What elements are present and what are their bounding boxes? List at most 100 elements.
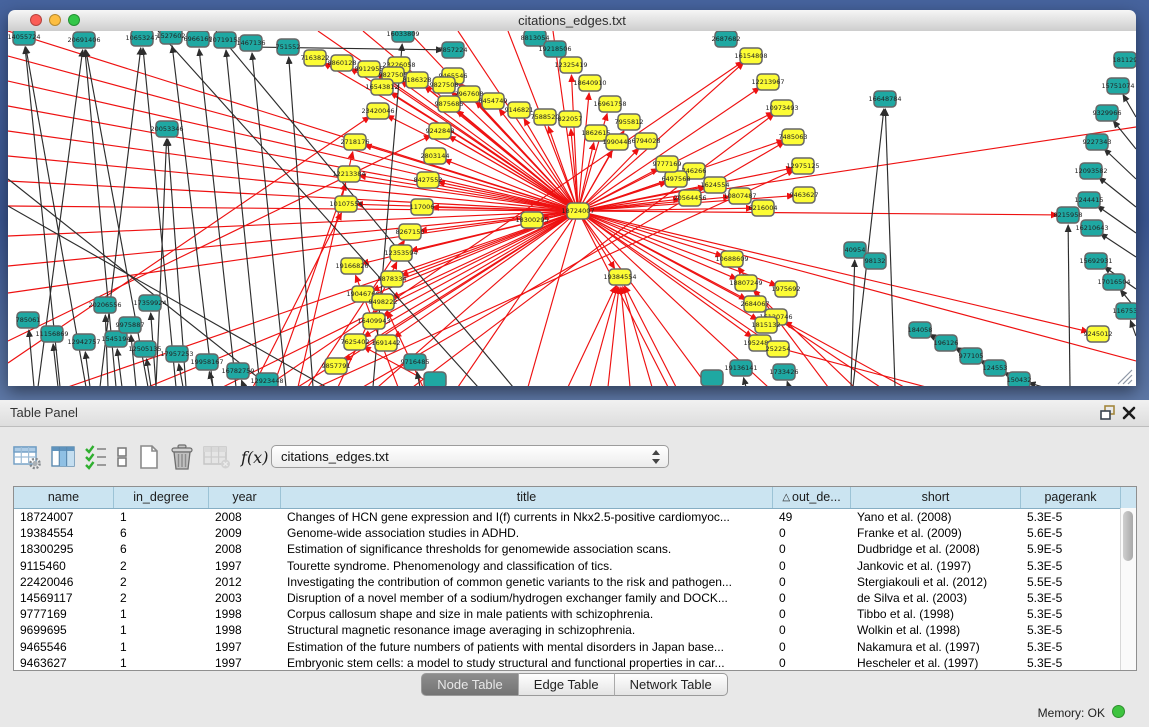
graph-node-98132[interactable]: 98132 <box>864 253 886 269</box>
graph-node-16648784[interactable]: 16648784 <box>868 91 901 107</box>
graph-node-1244415[interactable]: 1244415 <box>1075 192 1104 208</box>
graph-node-5878334[interactable]: 5878334 <box>378 271 407 287</box>
graph-node-9146821[interactable]: 9146821 <box>505 102 534 118</box>
graph-node-10807487[interactable]: 10807487 <box>723 188 756 204</box>
table-row[interactable]: 969969511998Structural magnetic resonanc… <box>14 622 1136 638</box>
graph-node-7955812[interactable]: 7955812 <box>615 114 644 130</box>
graph-node-7485063[interactable]: 7485063 <box>779 129 808 145</box>
tab-node-table[interactable]: Node Table <box>421 673 519 696</box>
graph-node-2684067[interactable]: 2684067 <box>741 296 770 312</box>
graph-node-107[interactable] <box>701 370 723 386</box>
graph-node-11156869[interactable]: 11156869 <box>35 326 68 342</box>
column-select-icon[interactable] <box>49 442 77 472</box>
minimize-traffic-light[interactable] <box>49 14 61 26</box>
graph-node-16210643[interactable]: 16210643 <box>1075 220 1108 236</box>
graph-node-785061[interactable]: 785061 <box>16 312 41 328</box>
graph-node-6216004[interactable]: 6216004 <box>749 200 778 216</box>
graph-node-20691406[interactable]: 20691406 <box>67 32 100 48</box>
graph-node-9875685[interactable]: 9875685 <box>435 96 464 112</box>
graph-node-751552[interactable]: 751552 <box>276 39 301 55</box>
graph-node-184058[interactable]: 184058 <box>908 322 933 338</box>
graph-node-8186328[interactable]: 8186328 <box>403 72 432 88</box>
graph-node-1624554[interactable]: 1624554 <box>701 177 730 193</box>
graph-node-18807249[interactable]: 18807249 <box>729 275 762 291</box>
delete-trash-icon[interactable] <box>169 442 195 472</box>
table-row[interactable]: 1456911722003Disruption of a novel membe… <box>14 590 1136 606</box>
tab-edge-table[interactable]: Edge Table <box>519 673 615 696</box>
graph-node-106[interactable] <box>424 372 446 386</box>
graph-node-17957253[interactable]: 17957253 <box>160 346 193 362</box>
graph-node-9857791[interactable]: 9857791 <box>322 358 351 374</box>
graph-node-15751074[interactable]: 15751074 <box>1101 78 1134 94</box>
graph-node-822057[interactable]: 822057 <box>558 111 583 127</box>
graph-node-10653247[interactable]: 10653247 <box>125 31 158 46</box>
graph-node-7163822[interactable]: 7163822 <box>301 50 330 66</box>
table-row[interactable]: 911546021997Tourette syndrome. Phenomeno… <box>14 558 1136 574</box>
network-window-titlebar[interactable]: citations_edges.txt <box>8 10 1136 32</box>
graph-node-977105[interactable]: 977105 <box>959 348 984 364</box>
graph-node-18640910[interactable]: 18640910 <box>573 75 606 91</box>
graph-node-1733426[interactable]: 1733426 <box>770 364 799 380</box>
float-panel-icon[interactable] <box>1099 405 1117 421</box>
graph-node-8860128[interactable]: 8860128 <box>328 55 357 71</box>
graph-node-7625402[interactable]: 7625402 <box>341 334 370 350</box>
graph-node-1990448[interactable]: 1990448 <box>603 134 632 150</box>
graph-node-9777169[interactable]: 9777169 <box>653 156 682 172</box>
graph-node-9716485[interactable]: 9716485 <box>401 354 430 370</box>
graph-node-1467136[interactable]: 1467136 <box>237 35 266 51</box>
graph-node-19136141[interactable]: 19136141 <box>724 360 757 376</box>
graph-node-6497568[interactable]: 6497568 <box>662 171 691 187</box>
graph-node-1975692[interactable]: 1975692 <box>772 281 801 297</box>
table-row[interactable]: 1938455462009Genome-wide association stu… <box>14 525 1136 541</box>
graph-node-8427552[interactable]: 8427552 <box>414 172 443 188</box>
row-height-icon[interactable] <box>115 442 129 472</box>
graph-node-8267150[interactable]: 8267150 <box>396 224 425 240</box>
table-row[interactable]: 1872400712008Changes of HCN gene express… <box>14 509 1136 525</box>
graph-node-1167534[interactable]: 1167534 <box>1113 303 1136 319</box>
graph-node-196126[interactable]: 196126 <box>934 335 959 351</box>
graph-node-9498222[interactable]: 9498222 <box>369 294 398 310</box>
graph-node-1527602[interactable]: 1527602 <box>157 31 186 44</box>
graph-node-15692931[interactable]: 15692931 <box>1079 253 1112 269</box>
graph-node-17359924[interactable]: 17359924 <box>133 295 166 311</box>
graph-node-124553[interactable]: 124553 <box>983 360 1008 376</box>
graph-node-9227343[interactable]: 9227343 <box>1083 134 1112 150</box>
graph-node-12213384[interactable]: 12213384 <box>332 166 365 182</box>
graph-node-9242848[interactable]: 9242848 <box>426 123 455 139</box>
graph-node-9463627[interactable]: 9463627 <box>790 187 819 203</box>
close-panel-icon[interactable] <box>1121 405 1139 421</box>
column-header-year[interactable]: year <box>209 487 281 508</box>
table-row[interactable]: 1830029562008Estimation of significance … <box>14 541 1136 557</box>
graph-node-9975887[interactable]: 9975887 <box>116 317 145 333</box>
scrollbar-thumb[interactable] <box>1123 511 1133 561</box>
graph-node-150432[interactable]: 150432 <box>1007 372 1032 386</box>
graph-node-117006[interactable]: 117006 <box>410 199 435 215</box>
table-row[interactable]: 946362711997Embryonic stem cells: a mode… <box>14 655 1136 671</box>
graph-node-2803144[interactable]: 2803144 <box>421 148 450 164</box>
graph-node-12213967[interactable]: 12213967 <box>751 74 784 90</box>
tab-network-table[interactable]: Network Table <box>615 673 728 696</box>
graph-node-12093582[interactable]: 12093582 <box>1074 163 1107 179</box>
table-vertical-scrollbar[interactable] <box>1120 508 1136 670</box>
graph-node-17016504[interactable]: 17016504 <box>1097 274 1130 290</box>
graph-node-16961758[interactable]: 16961758 <box>593 96 626 112</box>
table-source-combobox[interactable]: citations_edges.txt <box>271 445 669 468</box>
network-graph-canvas[interactable]: 1872400771638228860128891295523226058982… <box>8 31 1136 386</box>
graph-node-20053346[interactable]: 20053346 <box>150 121 183 137</box>
column-header-in_degree[interactable]: in_degree <box>114 487 209 508</box>
graph-node-2687682[interactable]: 2687682 <box>712 31 741 47</box>
graph-node-7588520[interactable]: 7588520 <box>531 109 560 125</box>
graph-node-7857224[interactable]: 7857224 <box>439 42 468 58</box>
graph-node-16154808[interactable]: 16154808 <box>734 48 767 64</box>
table-row[interactable]: 946554611997Estimation of the future num… <box>14 639 1136 655</box>
column-header-out_de[interactable]: △out_de... <box>773 487 851 508</box>
graph-node-8454749[interactable]: 8454749 <box>479 93 508 109</box>
column-header-pagerank[interactable]: pagerank <box>1021 487 1121 508</box>
graph-node-181129[interactable]: 181129 <box>1113 52 1136 68</box>
graph-node-14055724[interactable]: 14055724 <box>8 31 41 45</box>
graph-node-40954[interactable]: 40954 <box>844 242 866 258</box>
graph-node-1691442[interactable]: 1691442 <box>372 335 401 351</box>
resize-grip[interactable] <box>1118 370 1132 384</box>
graph-node-6794028[interactable]: 6794028 <box>632 133 661 149</box>
column-header-title[interactable]: title <box>281 487 773 508</box>
